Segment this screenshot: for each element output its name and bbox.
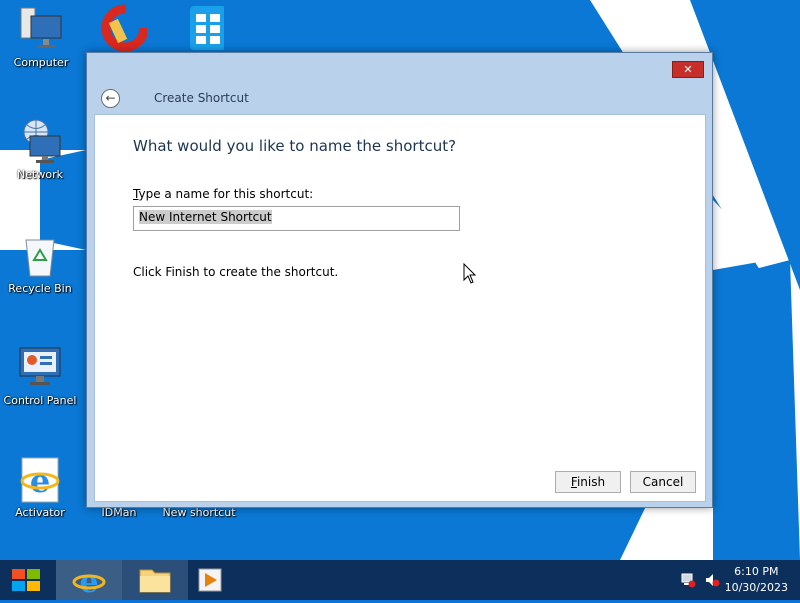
dialog-title: Create Shortcut <box>154 91 249 105</box>
volume-muted-icon[interactable] <box>704 572 720 588</box>
close-button[interactable]: ✕ <box>672 61 704 78</box>
desktop-icon-label: Computer <box>13 56 69 69</box>
desktop-icon-label: Network <box>17 168 63 181</box>
taskbar-file-explorer[interactable] <box>122 560 188 600</box>
finish-instruction: Click Finish to create the shortcut. <box>133 265 339 279</box>
network-status-icon[interactable] <box>680 572 696 588</box>
svg-text:e: e <box>79 565 98 600</box>
taskbar-clock[interactable]: 6:10 PM 10/30/2023 <box>725 564 788 596</box>
desktop-icon-computer[interactable]: Computer <box>2 6 80 69</box>
back-arrow-icon: ← <box>105 91 116 105</box>
control-panel-icon <box>16 344 64 392</box>
ccleaner-icon <box>99 4 149 52</box>
desktop-icon-ccleaner[interactable] <box>84 4 162 54</box>
name-field-label-text: ype a name for this shortcut: <box>138 187 314 201</box>
windows-logo-icon <box>12 569 40 591</box>
media-player-icon <box>198 568 222 592</box>
desktop-icon-activator[interactable]: e Activator <box>1 456 79 519</box>
clock-date: 10/30/2023 <box>724 581 788 594</box>
desktop-icon-label: Recycle Bin <box>8 282 72 295</box>
taskbar-media-player[interactable] <box>190 560 230 600</box>
desktop-icon-label: Activator <box>15 506 65 519</box>
finish-button[interactable]: Finish <box>555 471 621 493</box>
network-icon <box>16 118 64 166</box>
wizard-nav: ← Create Shortcut <box>87 85 712 113</box>
clock-time: 6:10 PM <box>734 565 779 578</box>
system-tray: 6:10 PM 10/30/2023 <box>660 560 800 600</box>
desktop-icon-label: Control Panel <box>3 394 77 407</box>
taskbar-internet-explorer[interactable]: e <box>56 560 122 600</box>
start-button[interactable] <box>0 560 52 600</box>
svg-text:e: e <box>30 462 50 500</box>
wizard-heading: What would you like to name the shortcut… <box>133 137 457 155</box>
recycle-bin-icon <box>16 232 64 280</box>
create-shortcut-dialog: ✕ ← Create Shortcut What would you like … <box>86 52 713 508</box>
desktop-icon-network[interactable]: Network <box>1 118 79 181</box>
finish-button-label: inish <box>576 475 606 489</box>
taskbar: e 6:10 PM 10/30/2023 <box>0 560 800 600</box>
title-bar[interactable]: ✕ <box>87 53 712 85</box>
internet-explorer-icon: e <box>72 565 106 600</box>
desktop-icon-recycle-bin[interactable]: Recycle Bin <box>1 232 79 295</box>
shortcut-name-value: New Internet Shortcut <box>139 210 272 224</box>
name-field-label: Type a name for this shortcut: <box>133 187 313 201</box>
shortcut-name-input[interactable]: New Internet Shortcut <box>133 206 460 231</box>
wizard-content: What would you like to name the shortcut… <box>94 114 706 502</box>
desktop-icon-store[interactable] <box>161 4 239 54</box>
cancel-button[interactable]: Cancel <box>630 471 696 493</box>
internet-explorer-icon: e <box>16 456 64 504</box>
mouse-cursor-icon <box>463 263 477 284</box>
close-icon: ✕ <box>683 63 693 76</box>
store-icon <box>176 4 226 52</box>
desktop-icon-control-panel[interactable]: Control Panel <box>1 344 79 407</box>
back-button[interactable]: ← <box>101 89 120 108</box>
folder-icon <box>139 569 171 593</box>
computer-icon <box>17 6 65 54</box>
